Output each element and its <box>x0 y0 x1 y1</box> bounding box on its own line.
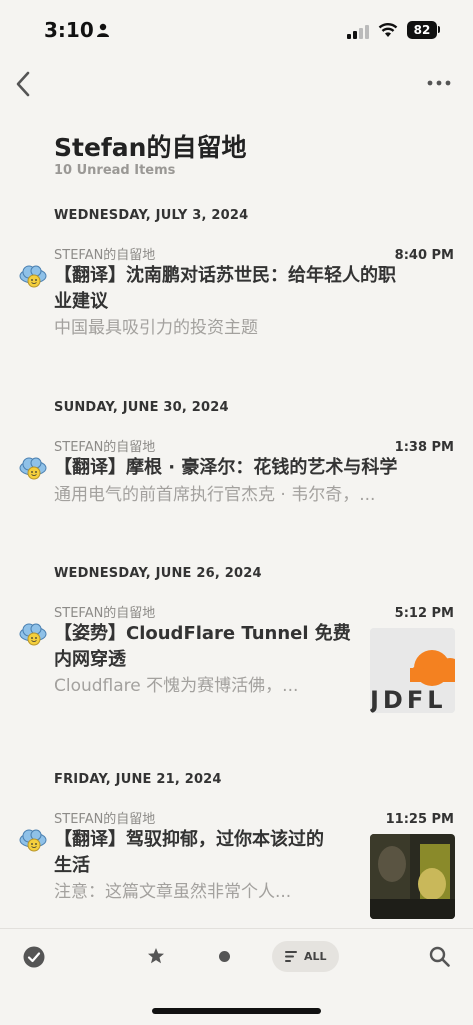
search-icon[interactable] <box>429 946 450 967</box>
entry-summary: 注意：这篇文章虽然非常个人... <box>54 882 292 902</box>
entry-summary: 通用电气的前首席执行官杰克 · 韦尔奇，... <box>54 485 376 505</box>
entry-source: STEFAN的自留地 <box>54 440 156 455</box>
star-icon[interactable] <box>147 947 165 965</box>
status-bar: 3:10 82 <box>0 0 473 60</box>
thumbnail-text: JDFL <box>370 686 447 713</box>
date-header: WEDNESDAY, JULY 3, 2024 <box>54 208 249 223</box>
chevron-left-icon[interactable] <box>12 68 36 100</box>
date-header: WEDNESDAY, JUNE 26, 2024 <box>54 566 262 581</box>
home-indicator[interactable] <box>152 1008 321 1014</box>
article-row[interactable]: STEFAN的自留地 1:38 PM 【翻译】摩根 · 豪泽尔：花钱的艺术与科学… <box>0 436 473 512</box>
unread-count: 10 Unread Items <box>54 163 176 178</box>
article-row[interactable]: STEFAN的自留地 5:12 PM 【姿势】CloudFlare Tunnel… <box>0 602 473 713</box>
unread-dot-icon[interactable] <box>219 951 230 962</box>
entry-title-line1: 【姿势】CloudFlare Tunnel 免费 <box>54 623 351 644</box>
cloud-sun-icon <box>19 623 47 646</box>
cloud-sun-icon <box>19 829 47 852</box>
article-thumbnail <box>370 834 455 919</box>
status-time: 3:10 <box>44 18 94 42</box>
wifi-icon <box>378 23 398 37</box>
entry-source: STEFAN的自留地 <box>54 606 156 621</box>
entry-time: 1:38 PM <box>394 440 454 455</box>
filter-all-label: ALL <box>304 950 327 963</box>
entry-title-line1: 【翻译】摩根 · 豪泽尔：花钱的艺术与科学 <box>54 457 398 478</box>
entry-source: STEFAN的自留地 <box>54 812 156 827</box>
article-thumbnail: JDFL <box>370 628 455 713</box>
entry-time: 11:25 PM <box>385 812 454 827</box>
entry-summary: 中国最具吸引力的投资主题 <box>54 318 258 338</box>
filter-all-button[interactable]: ALL <box>272 941 339 972</box>
cloud-sun-icon <box>19 265 47 288</box>
entry-title-line2: 业建议 <box>54 291 108 312</box>
thumbnail-photo <box>370 834 455 919</box>
battery-tip <box>438 26 440 33</box>
date-header: FRIDAY, JUNE 21, 2024 <box>54 772 222 787</box>
entry-title-line1: 【翻译】驾驭抑郁，过你本该过的 <box>54 829 324 850</box>
feed-title: Stefan的自留地 <box>54 133 247 162</box>
entry-title-line2: 内网穿透 <box>54 649 126 670</box>
person-icon <box>97 23 109 37</box>
date-header: SUNDAY, JUNE 30, 2024 <box>54 400 229 415</box>
cloud-sun-icon <box>19 457 47 480</box>
article-row[interactable]: STEFAN的自留地 8:40 PM 【翻译】沈南鹏对话苏世民：给年轻人的职 业… <box>0 244 473 344</box>
battery-indicator: 82 <box>407 21 437 39</box>
list-icon <box>285 951 297 962</box>
entry-summary: Cloudflare 不愧为赛博活佛，... <box>54 676 299 696</box>
signal-icon <box>347 25 369 39</box>
entry-title-line1: 【翻译】沈南鹏对话苏世民：给年轻人的职 <box>54 265 396 286</box>
ellipsis-icon[interactable] <box>425 75 453 91</box>
entry-time: 5:12 PM <box>394 606 454 621</box>
article-row[interactable]: STEFAN的自留地 11:25 PM 【翻译】驾驭抑郁，过你本该过的 生活 注… <box>0 808 473 919</box>
entry-time: 8:40 PM <box>394 248 454 263</box>
checkmark-circle-icon[interactable] <box>23 946 45 968</box>
entry-source: STEFAN的自留地 <box>54 248 156 263</box>
entry-title-line2: 生活 <box>54 855 90 876</box>
